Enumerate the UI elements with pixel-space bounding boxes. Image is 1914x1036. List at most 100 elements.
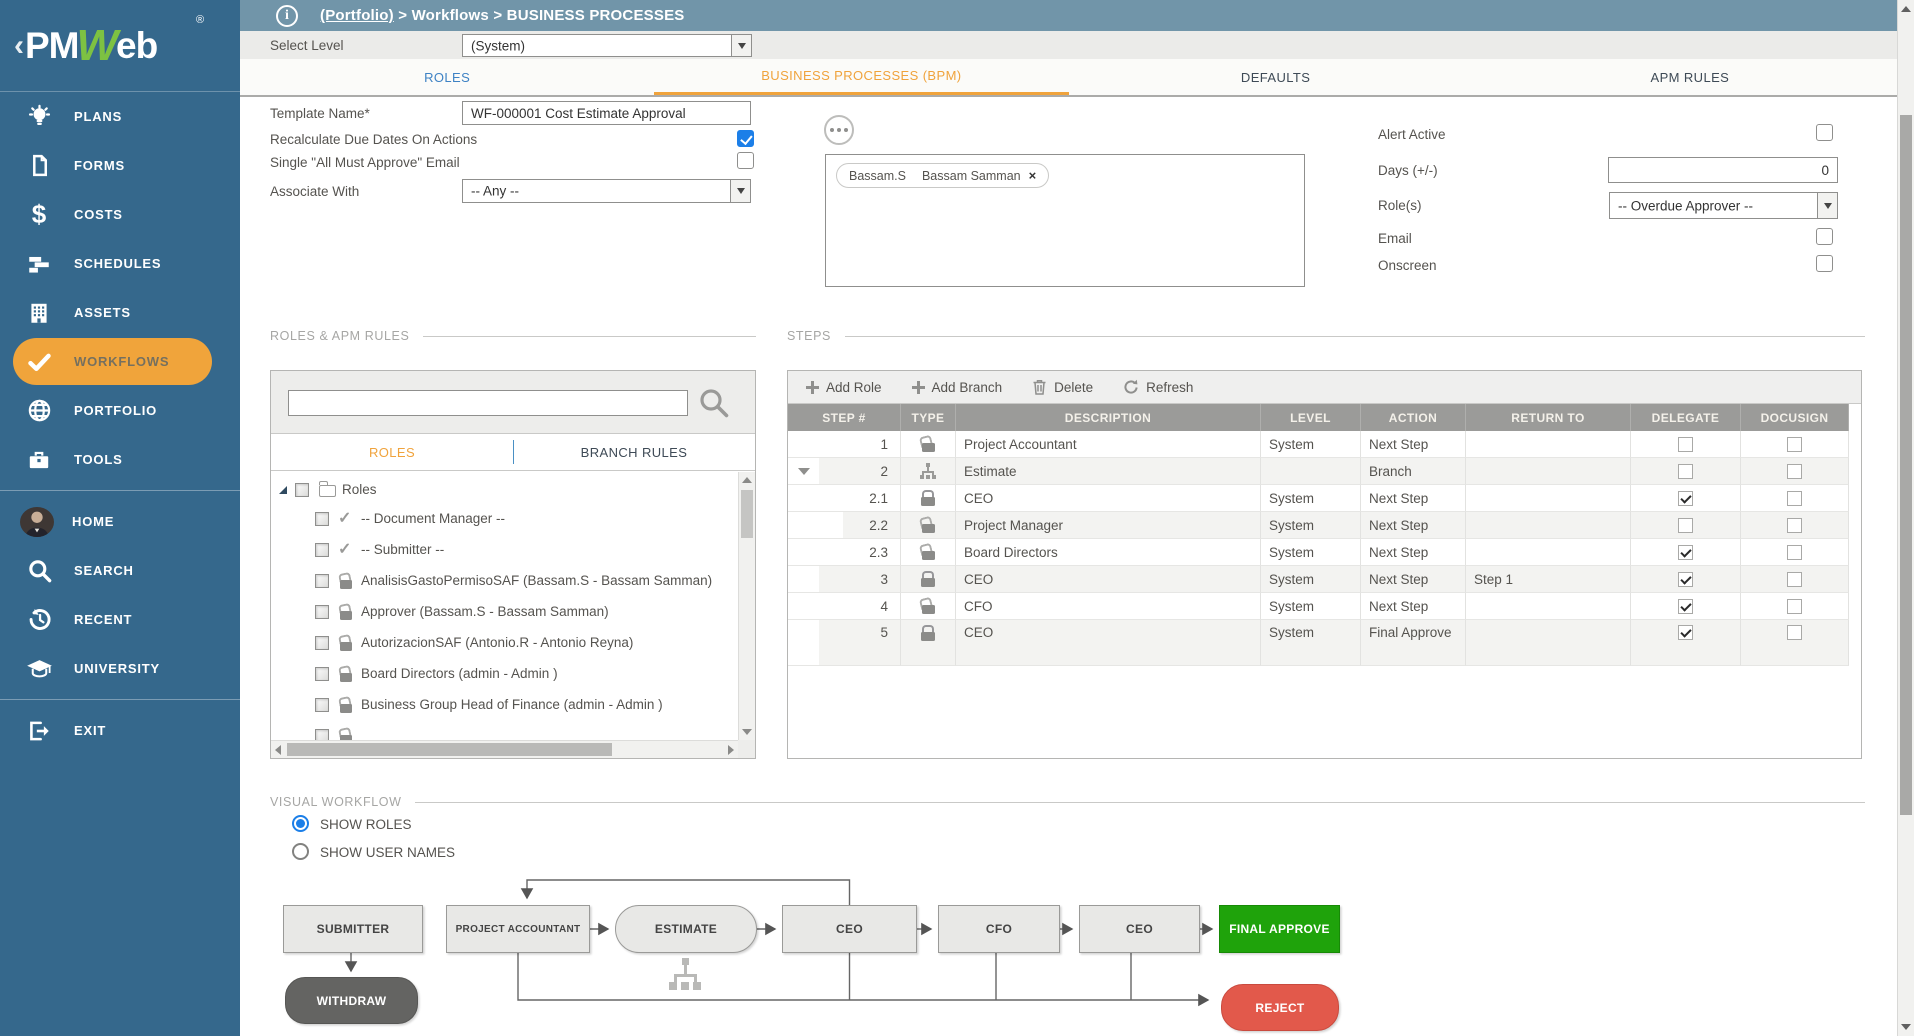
scroll-down-icon[interactable] <box>1901 1024 1911 1030</box>
delegate-checkbox[interactable] <box>1678 572 1693 587</box>
single-email-checkbox[interactable] <box>737 152 754 169</box>
scroll-down-icon[interactable] <box>742 729 752 735</box>
docusign-checkbox[interactable] <box>1787 491 1802 506</box>
lookup-ellipsis-button[interactable] <box>824 115 854 145</box>
collapse-row-icon[interactable] <box>798 468 810 475</box>
dropdown-button[interactable] <box>730 180 750 202</box>
add-role-button[interactable]: Add Role <box>806 380 882 395</box>
tree-horizontal-scrollbar[interactable] <box>271 740 738 758</box>
collapse-icon[interactable] <box>279 484 291 496</box>
docusign-checkbox[interactable] <box>1787 464 1802 479</box>
tree-item[interactable]: -- Document Manager -- <box>271 503 738 534</box>
sidebar-item-search[interactable]: SEARCH <box>0 546 240 595</box>
tree-vertical-scrollbar[interactable] <box>738 472 755 740</box>
sidebar-item-workflows[interactable]: WORKFLOWS <box>13 338 212 385</box>
recalc-due-dates-checkbox[interactable] <box>737 130 754 147</box>
dropdown-button[interactable] <box>731 35 751 56</box>
delegate-checkbox[interactable] <box>1678 599 1693 614</box>
sidebar-item-exit[interactable]: EXIT <box>0 706 240 755</box>
tree-item[interactable]: Approver (Bassam.S - Bassam Samman) <box>271 596 738 627</box>
template-name-input[interactable] <box>462 101 751 125</box>
tree-item[interactable] <box>271 720 738 740</box>
select-level-dropdown[interactable]: (System) <box>462 34 752 57</box>
dropdown-button[interactable] <box>1817 193 1837 218</box>
tab-business-processes[interactable]: BUSINESS PROCESSES (BPM) <box>654 59 1068 95</box>
tab-branch-rules[interactable]: BRANCH RULES <box>513 434 755 470</box>
tree-checkbox[interactable] <box>315 636 329 650</box>
delegate-checkbox[interactable] <box>1678 625 1693 640</box>
remove-tag-icon[interactable]: × <box>1029 168 1037 183</box>
scrollbar-thumb[interactable] <box>287 743 612 756</box>
tree-checkbox[interactable] <box>315 605 329 619</box>
docusign-checkbox[interactable] <box>1787 572 1802 587</box>
info-icon[interactable]: i <box>276 5 298 27</box>
breadcrumb-portfolio-link[interactable]: (Portfolio) <box>320 7 394 24</box>
delegate-checkbox[interactable] <box>1678 464 1693 479</box>
tree-checkbox[interactable] <box>315 512 329 526</box>
table-row[interactable]: 2.2 Project Manager System Next Step <box>788 512 1849 539</box>
docusign-checkbox[interactable] <box>1787 518 1802 533</box>
sidebar-item-portfolio[interactable]: PORTFOLIO <box>0 386 240 435</box>
tree-checkbox[interactable] <box>315 574 329 588</box>
scroll-right-icon[interactable] <box>728 745 734 755</box>
docusign-checkbox[interactable] <box>1787 625 1802 640</box>
sidebar-item-costs[interactable]: $ COSTS <box>0 190 240 239</box>
tab-roles-inner[interactable]: ROLES <box>271 434 513 470</box>
docusign-checkbox[interactable] <box>1787 599 1802 614</box>
alert-active-checkbox[interactable] <box>1816 124 1833 141</box>
sidebar-item-recent[interactable]: RECENT <box>0 595 240 644</box>
days-input[interactable] <box>1608 157 1838 183</box>
roles-dropdown[interactable]: -- Overdue Approver -- <box>1609 192 1838 219</box>
tree-checkbox[interactable] <box>315 729 329 741</box>
document-managers-box[interactable]: Bassam.S Bassam Samman × <box>825 154 1305 287</box>
tree-item[interactable]: Board Directors (admin - Admin ) <box>271 658 738 689</box>
tree-root-row[interactable]: Roles <box>271 472 738 503</box>
scrollbar-thumb[interactable] <box>741 490 753 538</box>
tab-apm-rules[interactable]: APM RULES <box>1483 59 1897 95</box>
table-row[interactable]: 5 CEO System Final Approve <box>788 620 1849 666</box>
table-row[interactable]: 2.1 CEO System Next Step <box>788 485 1849 512</box>
table-row[interactable]: 2.3 Board Directors System Next Step <box>788 539 1849 566</box>
tree-item[interactable]: AutorizacionSAF (Antonio.R - Antonio Rey… <box>271 627 738 658</box>
delegate-checkbox[interactable] <box>1678 518 1693 533</box>
show-user-names-radio[interactable] <box>292 843 309 860</box>
show-roles-radio[interactable] <box>292 815 309 832</box>
table-row[interactable]: 3 CEO System Next Step Step 1 <box>788 566 1849 593</box>
delete-button[interactable]: Delete <box>1032 379 1093 395</box>
add-branch-button[interactable]: Add Branch <box>912 380 1003 395</box>
tab-defaults[interactable]: DEFAULTS <box>1069 59 1483 95</box>
table-row[interactable]: 2 Estimate Branch <box>788 458 1849 485</box>
delegate-checkbox[interactable] <box>1678 437 1693 452</box>
sidebar-item-forms[interactable]: FORMS <box>0 141 240 190</box>
page-scrollbar[interactable] <box>1897 0 1914 1036</box>
email-checkbox[interactable] <box>1816 228 1833 245</box>
tree-checkbox[interactable] <box>295 483 309 497</box>
tree-item[interactable]: -- Submitter -- <box>271 534 738 565</box>
tree-item[interactable]: AnalisisGastoPermisoSAF (Bassam.S - Bass… <box>271 565 738 596</box>
associate-with-dropdown[interactable]: -- Any -- <box>462 179 751 203</box>
refresh-button[interactable]: Refresh <box>1123 379 1193 395</box>
scroll-up-icon[interactable] <box>742 477 752 483</box>
tab-roles[interactable]: ROLES <box>240 59 654 95</box>
scroll-up-icon[interactable] <box>1901 6 1911 12</box>
sidebar-item-schedules[interactable]: SCHEDULES <box>0 239 240 288</box>
sidebar-item-tools[interactable]: TOOLS <box>0 435 240 484</box>
table-row[interactable]: 4 CFO System Next Step <box>788 593 1849 620</box>
sidebar-item-plans[interactable]: PLANS <box>0 92 240 141</box>
docusign-checkbox[interactable] <box>1787 437 1802 452</box>
table-row[interactable]: 1 Project Accountant System Next Step <box>788 431 1849 458</box>
delegate-checkbox[interactable] <box>1678 545 1693 560</box>
onscreen-checkbox[interactable] <box>1816 255 1833 272</box>
docusign-checkbox[interactable] <box>1787 545 1802 560</box>
sidebar-item-home[interactable]: HOME <box>0 497 240 546</box>
tree-checkbox[interactable] <box>315 667 329 681</box>
sidebar-item-assets[interactable]: ASSETS <box>0 288 240 337</box>
sidebar-item-university[interactable]: UNIVERSITY <box>0 644 240 693</box>
scroll-left-icon[interactable] <box>275 745 281 755</box>
search-icon[interactable] <box>697 386 731 425</box>
tree-checkbox[interactable] <box>315 543 329 557</box>
tree-item[interactable]: Business Group Head of Finance (admin - … <box>271 689 738 720</box>
sidebar-collapse-icon[interactable]: ‹ <box>14 29 24 63</box>
roles-search-input[interactable] <box>288 390 688 416</box>
tree-checkbox[interactable] <box>315 698 329 712</box>
